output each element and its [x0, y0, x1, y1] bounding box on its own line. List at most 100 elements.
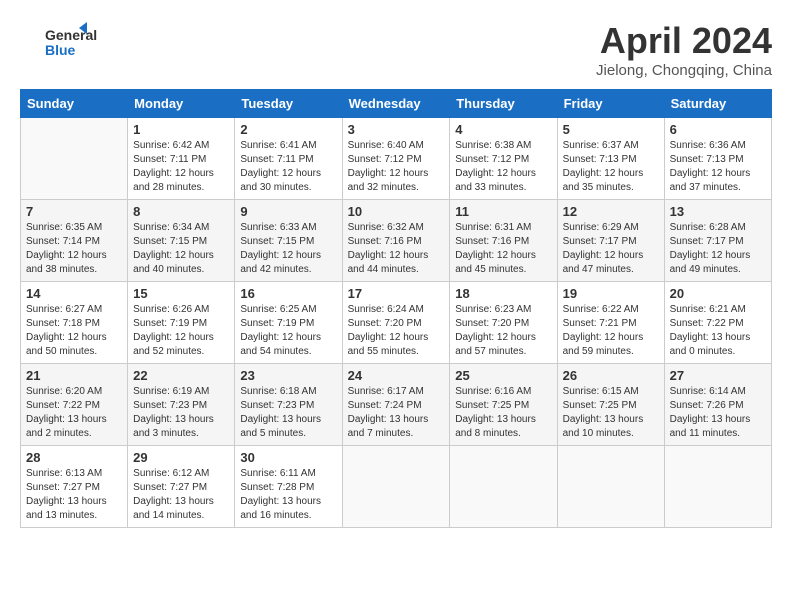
day-info: Sunrise: 6:34 AM Sunset: 7:15 PM Dayligh… [133, 221, 229, 277]
day-info: Sunrise: 6:37 AM Sunset: 7:13 PM Dayligh… [563, 139, 659, 195]
weekday-header-thursday: Thursday [450, 90, 557, 118]
location: Jielong, Chongqing, China [596, 62, 772, 79]
day-number: 17 [348, 286, 445, 301]
day-number: 18 [455, 286, 551, 301]
day-number: 5 [563, 122, 659, 137]
day-number: 13 [670, 204, 766, 219]
day-info: Sunrise: 6:38 AM Sunset: 7:12 PM Dayligh… [455, 139, 551, 195]
day-number: 23 [240, 368, 336, 383]
day-info: Sunrise: 6:29 AM Sunset: 7:17 PM Dayligh… [563, 221, 659, 277]
calendar-cell [342, 446, 450, 528]
day-number: 1 [133, 122, 229, 137]
day-number: 16 [240, 286, 336, 301]
day-info: Sunrise: 6:40 AM Sunset: 7:12 PM Dayligh… [348, 139, 445, 195]
calendar-cell: 16 Sunrise: 6:25 AM Sunset: 7:19 PM Dayli… [235, 282, 342, 364]
calendar-cell: 10 Sunrise: 6:32 AM Sunset: 7:16 PM Dayli… [342, 200, 450, 282]
svg-text:Blue: Blue [45, 42, 76, 58]
calendar-week-row: 1Sunrise: 6:42 AM Sunset: 7:11 PM Daylig… [21, 118, 772, 200]
calendar-cell: 15Sunrise: 6:26 AM Sunset: 7:19 PM Dayli… [128, 282, 235, 364]
calendar-cell: 7 Sunrise: 6:35 AM Sunset: 7:14 PM Daylig… [21, 200, 128, 282]
day-number: 12 [563, 204, 659, 219]
calendar-cell: 26 Sunrise: 6:15 AM Sunset: 7:25 PM Dayli… [557, 364, 664, 446]
day-info: Sunrise: 6:32 AM Sunset: 7:16 PM Dayligh… [348, 221, 445, 277]
day-number: 26 [563, 368, 659, 383]
day-info: Sunrise: 6:11 AM Sunset: 7:28 PM Dayligh… [240, 467, 336, 523]
day-info: Sunrise: 6:22 AM Sunset: 7:21 PM Dayligh… [563, 303, 659, 359]
calendar-cell: 22Sunrise: 6:19 AM Sunset: 7:23 PM Dayli… [128, 364, 235, 446]
day-info: Sunrise: 6:28 AM Sunset: 7:17 PM Dayligh… [670, 221, 766, 277]
day-info: Sunrise: 6:25 AM Sunset: 7:19 PM Dayligh… [240, 303, 336, 359]
day-info: Sunrise: 6:35 AM Sunset: 7:14 PM Dayligh… [26, 221, 122, 277]
weekday-header-friday: Friday [557, 90, 664, 118]
calendar-cell: 27 Sunrise: 6:14 AM Sunset: 7:26 PM Dayli… [664, 364, 771, 446]
calendar-cell [664, 446, 771, 528]
day-number: 3 [348, 122, 445, 137]
calendar-cell: 29Sunrise: 6:12 AM Sunset: 7:27 PM Dayli… [128, 446, 235, 528]
day-info: Sunrise: 6:33 AM Sunset: 7:15 PM Dayligh… [240, 221, 336, 277]
calendar-cell: 9 Sunrise: 6:33 AM Sunset: 7:15 PM Daylig… [235, 200, 342, 282]
calendar-cell: 11 Sunrise: 6:31 AM Sunset: 7:16 PM Dayli… [450, 200, 557, 282]
title-block: April 2024 Jielong, Chongqing, China [596, 20, 772, 79]
calendar-table: SundayMondayTuesdayWednesdayThursdayFrid… [20, 89, 772, 528]
weekday-header-wednesday: Wednesday [342, 90, 450, 118]
calendar-cell: 23Sunrise: 6:18 AM Sunset: 7:23 PM Dayli… [235, 364, 342, 446]
day-number: 24 [348, 368, 445, 383]
day-info: Sunrise: 6:15 AM Sunset: 7:25 PM Dayligh… [563, 385, 659, 441]
day-number: 21 [26, 368, 122, 383]
calendar-cell: 6 Sunrise: 6:36 AM Sunset: 7:13 PM Daylig… [664, 118, 771, 200]
logo: General Blue [20, 20, 110, 64]
day-number: 10 [348, 204, 445, 219]
day-info: Sunrise: 6:36 AM Sunset: 7:13 PM Dayligh… [670, 139, 766, 195]
calendar-cell: 18 Sunrise: 6:23 AM Sunset: 7:20 PM Dayli… [450, 282, 557, 364]
page-header: General Blue April 2024 Jielong, Chongqi… [20, 20, 772, 79]
day-number: 19 [563, 286, 659, 301]
calendar-cell: 19 Sunrise: 6:22 AM Sunset: 7:21 PM Dayli… [557, 282, 664, 364]
calendar-cell: 12 Sunrise: 6:29 AM Sunset: 7:17 PM Dayli… [557, 200, 664, 282]
day-info: Sunrise: 6:17 AM Sunset: 7:24 PM Dayligh… [348, 385, 445, 441]
day-number: 2 [240, 122, 336, 137]
calendar-cell: 1Sunrise: 6:42 AM Sunset: 7:11 PM Daylig… [128, 118, 235, 200]
day-number: 9 [240, 204, 336, 219]
day-info: Sunrise: 6:16 AM Sunset: 7:25 PM Dayligh… [455, 385, 551, 441]
day-number: 7 [26, 204, 122, 219]
day-number: 29 [133, 450, 229, 465]
calendar-week-row: 28 Sunrise: 6:13 AM Sunset: 7:27 PM Dayli… [21, 446, 772, 528]
calendar-cell: 17 Sunrise: 6:24 AM Sunset: 7:20 PM Dayli… [342, 282, 450, 364]
day-info: Sunrise: 6:21 AM Sunset: 7:22 PM Dayligh… [670, 303, 766, 359]
day-number: 11 [455, 204, 551, 219]
day-number: 15 [133, 286, 229, 301]
day-info: Sunrise: 6:20 AM Sunset: 7:22 PM Dayligh… [26, 385, 122, 441]
calendar-cell [557, 446, 664, 528]
calendar-cell: 24 Sunrise: 6:17 AM Sunset: 7:24 PM Dayli… [342, 364, 450, 446]
weekday-header-tuesday: Tuesday [235, 90, 342, 118]
calendar-cell [21, 118, 128, 200]
calendar-cell: 3 Sunrise: 6:40 AM Sunset: 7:12 PM Daylig… [342, 118, 450, 200]
calendar-cell: 14Sunrise: 6:27 AM Sunset: 7:18 PM Dayli… [21, 282, 128, 364]
day-number: 20 [670, 286, 766, 301]
calendar-cell: 5 Sunrise: 6:37 AM Sunset: 7:13 PM Daylig… [557, 118, 664, 200]
calendar-week-row: 21 Sunrise: 6:20 AM Sunset: 7:22 PM Dayli… [21, 364, 772, 446]
calendar-cell: 8 Sunrise: 6:34 AM Sunset: 7:15 PM Daylig… [128, 200, 235, 282]
svg-text:General: General [45, 27, 97, 43]
day-info: Sunrise: 6:13 AM Sunset: 7:27 PM Dayligh… [26, 467, 122, 523]
weekday-header-monday: Monday [128, 90, 235, 118]
calendar-cell: 13 Sunrise: 6:28 AM Sunset: 7:17 PM Dayli… [664, 200, 771, 282]
day-info: Sunrise: 6:23 AM Sunset: 7:20 PM Dayligh… [455, 303, 551, 359]
day-info: Sunrise: 6:41 AM Sunset: 7:11 PM Dayligh… [240, 139, 336, 195]
day-number: 8 [133, 204, 229, 219]
calendar-cell: 2 Sunrise: 6:41 AM Sunset: 7:11 PM Daylig… [235, 118, 342, 200]
day-number: 6 [670, 122, 766, 137]
day-info: Sunrise: 6:31 AM Sunset: 7:16 PM Dayligh… [455, 221, 551, 277]
day-number: 4 [455, 122, 551, 137]
day-number: 30 [240, 450, 336, 465]
calendar-cell: 28 Sunrise: 6:13 AM Sunset: 7:27 PM Dayli… [21, 446, 128, 528]
day-info: Sunrise: 6:14 AM Sunset: 7:26 PM Dayligh… [670, 385, 766, 441]
day-info: Sunrise: 6:27 AM Sunset: 7:18 PM Dayligh… [26, 303, 122, 359]
day-info: Sunrise: 6:24 AM Sunset: 7:20 PM Dayligh… [348, 303, 445, 359]
logo-icon: General Blue [20, 20, 110, 64]
day-number: 28 [26, 450, 122, 465]
calendar-header-row: SundayMondayTuesdayWednesdayThursdayFrid… [21, 90, 772, 118]
calendar-week-row: 7 Sunrise: 6:35 AM Sunset: 7:14 PM Daylig… [21, 200, 772, 282]
day-number: 27 [670, 368, 766, 383]
month-title: April 2024 [596, 20, 772, 62]
